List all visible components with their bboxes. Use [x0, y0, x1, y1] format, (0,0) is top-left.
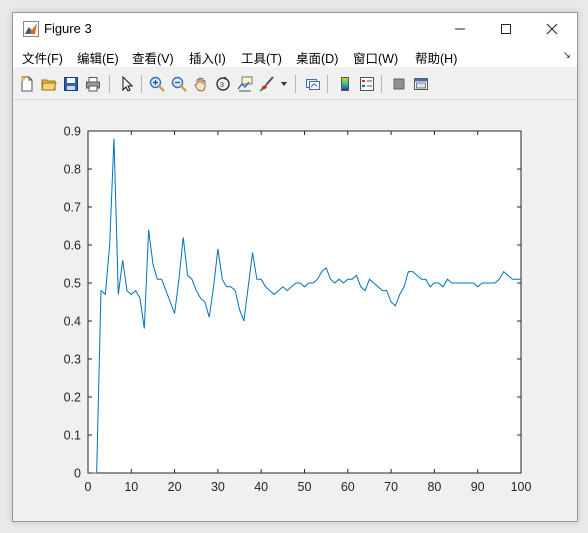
x-tick-label: 60: [341, 480, 355, 494]
matlab-logo-icon: [23, 21, 39, 37]
y-tick-label: 0.3: [64, 353, 81, 367]
print-icon[interactable]: [83, 74, 103, 94]
close-icon: [546, 23, 558, 35]
brush-icon[interactable]: [257, 74, 277, 94]
zoom-in-icon[interactable]: [147, 74, 167, 94]
open-file-icon[interactable]: [39, 74, 59, 94]
minimize-button[interactable]: [437, 13, 483, 45]
new-figure-icon[interactable]: [17, 74, 37, 94]
legend-icon[interactable]: [357, 74, 377, 94]
show-plot-tools-icon[interactable]: [411, 74, 431, 94]
maximize-icon: [501, 24, 511, 34]
y-tick-label: 0.6: [64, 239, 81, 253]
x-tick-label: 70: [384, 480, 398, 494]
toolbar-separator: [295, 75, 296, 93]
link-plot-icon[interactable]: [303, 74, 323, 94]
y-tick-label: 0: [74, 467, 81, 481]
menu-help[interactable]: 帮助(H): [415, 48, 457, 67]
zoom-out-icon[interactable]: [169, 74, 189, 94]
pointer-icon[interactable]: [117, 74, 137, 94]
y-tick-label: 0.8: [64, 163, 81, 177]
y-tick-label: 0.7: [64, 201, 81, 215]
x-tick-label: 90: [471, 480, 485, 494]
svg-text:3: 3: [220, 82, 224, 89]
y-tick-label: 0.2: [64, 391, 81, 405]
y-tick-label: 0.1: [64, 429, 81, 443]
figure-window: Figure 3 文件(F) 编辑(E) 查看(V) 插入(I) 工具(T) 桌…: [12, 12, 578, 522]
close-button[interactable]: [529, 13, 575, 45]
x-tick-label: 80: [427, 480, 441, 494]
x-tick-label: 0: [85, 480, 92, 494]
maximize-button[interactable]: [483, 13, 529, 45]
y-tick-label: 0.5: [64, 277, 81, 291]
save-icon[interactable]: [61, 74, 81, 94]
hide-plot-tools-icon[interactable]: [389, 74, 409, 94]
toolbar-separator: [109, 75, 110, 93]
data-cursor-icon[interactable]: [235, 74, 255, 94]
rotate-3d-icon[interactable]: 3: [213, 74, 233, 94]
x-tick-label: 100: [511, 480, 532, 494]
menu-file[interactable]: 文件(F): [22, 48, 63, 67]
menu-edit[interactable]: 编辑(E): [77, 48, 119, 67]
menu-bar: 文件(F) 编辑(E) 查看(V) 插入(I) 工具(T) 桌面(D) 窗口(W…: [13, 45, 577, 67]
menu-window[interactable]: 窗口(W): [353, 48, 398, 67]
x-tick-label: 20: [168, 480, 182, 494]
menu-tools[interactable]: 工具(T): [241, 48, 282, 67]
window-title: Figure 3: [44, 21, 92, 36]
x-tick-label: 10: [124, 480, 138, 494]
x-tick-label: 30: [211, 480, 225, 494]
x-tick-label: 50: [298, 480, 312, 494]
menu-desktop[interactable]: 桌面(D): [296, 48, 338, 67]
figure-toolbar: 3: [13, 69, 577, 100]
pan-icon[interactable]: [191, 74, 211, 94]
colorbar-icon[interactable]: [335, 74, 355, 94]
dropdown-arrow-icon[interactable]: [279, 74, 289, 94]
menu-view[interactable]: 查看(V): [132, 48, 174, 67]
plot-axes[interactable]: [87, 130, 522, 474]
chevron-double-icon[interactable]: ↘: [563, 50, 571, 61]
toolbar-separator: [327, 75, 328, 93]
x-tick-label: 40: [254, 480, 268, 494]
figure-canvas[interactable]: 0 10 20 30 40 50 60 70 80 90 100 0 0.1 0.2 0.3 0.4 0.5 0.…: [13, 100, 577, 521]
minimize-icon: [455, 28, 465, 30]
y-tick-label: 0.9: [64, 125, 81, 139]
toolbar-separator: [381, 75, 382, 93]
title-bar[interactable]: Figure 3: [13, 13, 577, 45]
menu-insert[interactable]: 插入(I): [189, 48, 226, 67]
y-tick-label: 0.4: [64, 315, 81, 329]
toolbar-separator: [141, 75, 142, 93]
